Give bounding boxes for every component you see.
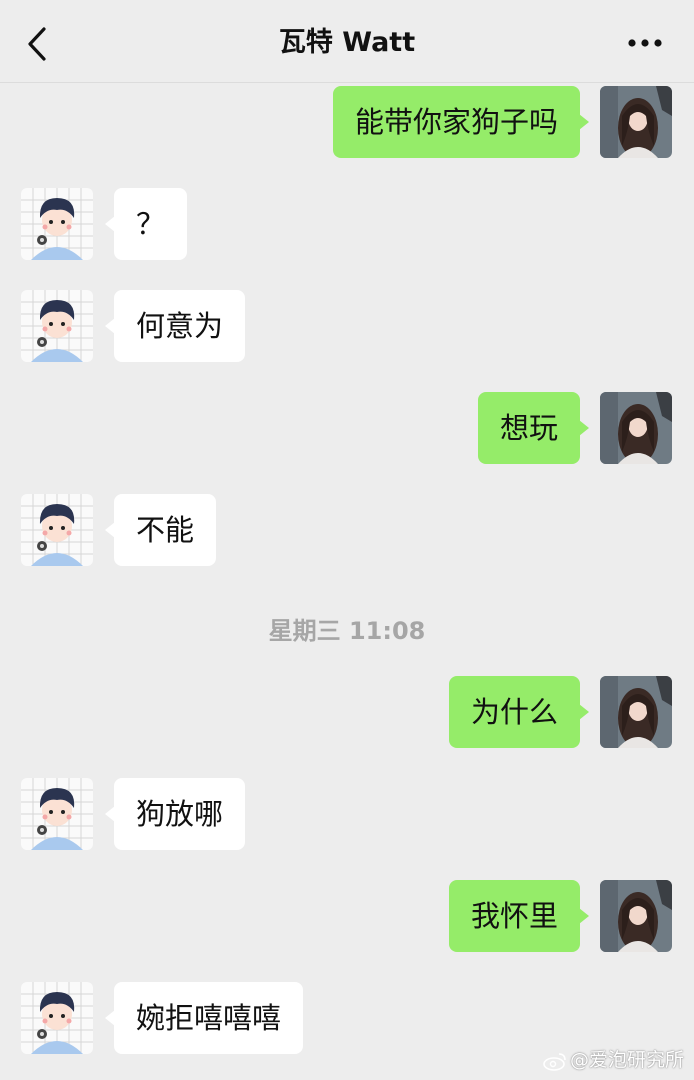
weibo-watermark: @爱泡研究所 — [543, 1045, 684, 1072]
contact-avatar[interactable] — [21, 982, 93, 1054]
chat-title: 瓦特 Watt — [278, 27, 416, 58]
message-bubble-received[interactable]: 不能 — [104, 494, 217, 566]
contact-avatar[interactable] — [21, 778, 93, 850]
message-row: 想玩 — [0, 392, 694, 466]
watermark-text: @爱泡研究所 — [569, 1049, 684, 1071]
message-bubble-sent[interactable]: 想玩 — [477, 392, 590, 464]
message-row: ？ — [0, 188, 694, 262]
weibo-logo-icon — [543, 1052, 566, 1071]
message-row: 为什么 — [0, 676, 694, 750]
message-bubble-received[interactable]: 狗放哪 — [104, 778, 246, 850]
message-row: 我怀里 — [0, 880, 694, 954]
message-bubble-sent[interactable]: 能带你家狗子吗 — [332, 86, 590, 158]
message-bubble-received[interactable]: 婉拒嘻嘻嘻 — [104, 982, 304, 1054]
my-avatar[interactable] — [600, 392, 672, 464]
message-row: 不能 — [0, 494, 694, 568]
my-avatar[interactable] — [600, 86, 672, 158]
more-dots-icon — [628, 39, 662, 47]
my-avatar[interactable] — [600, 676, 672, 748]
my-avatar[interactable] — [600, 880, 672, 952]
contact-avatar[interactable] — [21, 188, 93, 260]
contact-avatar[interactable] — [21, 494, 93, 566]
message-bubble-sent[interactable]: 为什么 — [448, 676, 590, 748]
message-row: 能带你家狗子吗 — [0, 86, 694, 160]
message-bubble-received[interactable]: ？ — [104, 188, 188, 260]
contact-avatar[interactable] — [21, 290, 93, 362]
chat-header: 瓦特 Watt — [0, 0, 694, 83]
message-row: 狗放哪 — [0, 778, 694, 852]
more-button[interactable] — [620, 30, 670, 56]
message-bubble-sent[interactable]: 我怀里 — [448, 880, 590, 952]
chat-timestamp: 星期三 11:08 — [268, 617, 426, 645]
message-bubble-received[interactable]: 何意为 — [104, 290, 246, 362]
message-row: 何意为 — [0, 290, 694, 364]
